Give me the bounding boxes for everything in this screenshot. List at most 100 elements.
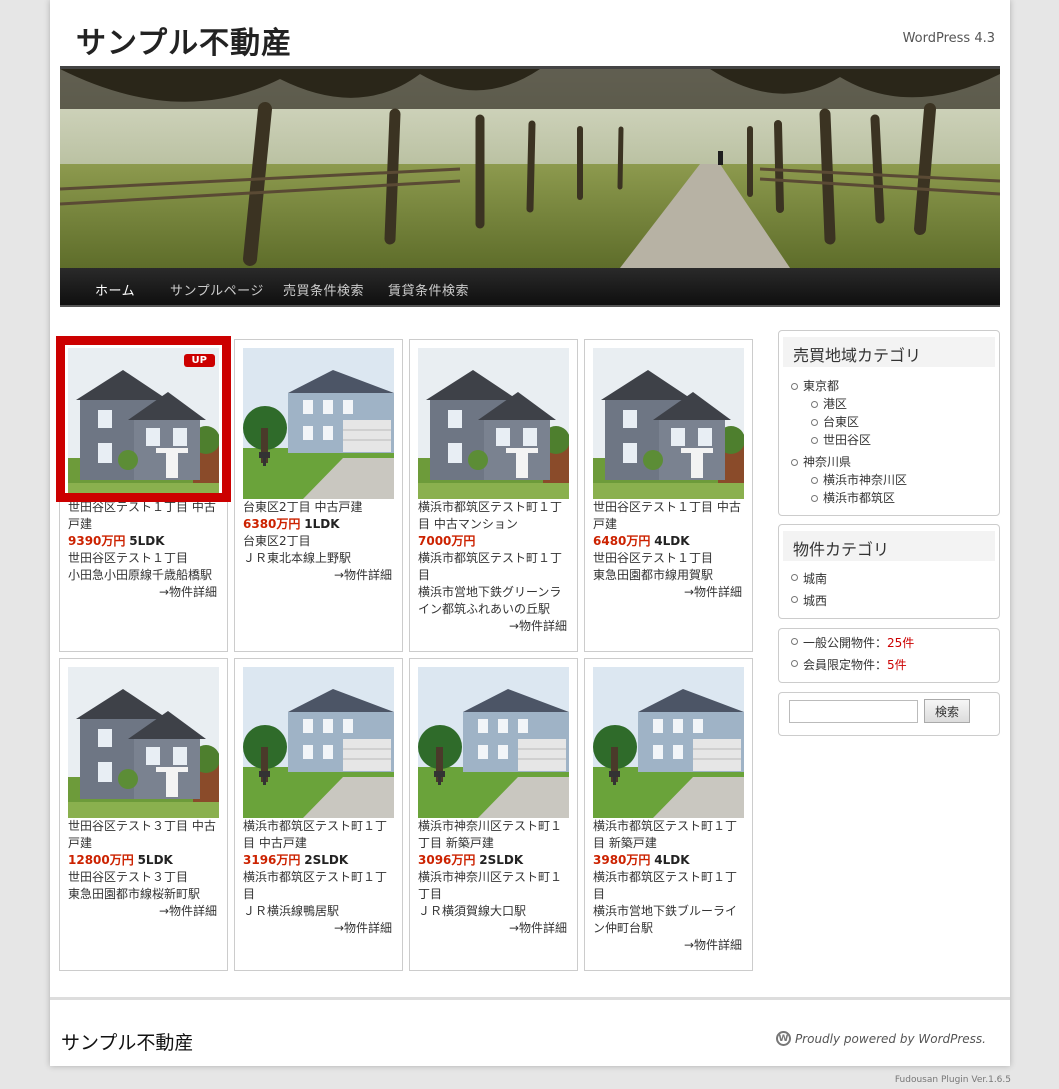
property-card: 台東区2丁目 中古戸建 6380万円 1LDK 台東区2丁目 ＪＲ東北本線上野駅 →物件… bbox=[234, 339, 403, 652]
property-thumbnail[interactable] bbox=[243, 667, 394, 818]
property-thumbnail[interactable]: UP bbox=[68, 348, 219, 499]
category-link-jonan[interactable]: 城南 bbox=[803, 572, 827, 586]
site-description: WordPress 4.3 bbox=[902, 31, 995, 46]
property-card: 世田谷区テスト３丁目 中古戸建 12800万円 5LDK 世田谷区テスト３丁目 東急田… bbox=[59, 658, 228, 971]
property-title[interactable]: 横浜市都筑区テスト町１丁目 中古マンション bbox=[418, 499, 571, 533]
property-title[interactable]: 世田谷区テスト１丁目 中古戸建 bbox=[593, 499, 746, 533]
property-card: 横浜市都筑区テスト町１丁目 中古マンション 7000万円 横浜市都筑区テスト町１丁目… bbox=[409, 339, 578, 652]
property-price-line: 7000万円 bbox=[418, 533, 571, 550]
property-address: 横浜市都筑区テスト町１丁目 bbox=[243, 870, 388, 901]
property-category-title: 物件カテゴリ bbox=[783, 531, 995, 561]
area-prefecture-item: 神奈川県横浜市神奈川区 横浜市都筑区 bbox=[791, 453, 999, 507]
nav-item-sample-page[interactable]: サンプルページ bbox=[170, 280, 264, 299]
area-city-item: 世田谷区 bbox=[811, 431, 999, 449]
property-thumbnail[interactable] bbox=[593, 667, 744, 818]
area-city-list: 横浜市神奈川区 横浜市都筑区 bbox=[803, 471, 999, 507]
property-station: 東急田園都市線用賀駅 bbox=[593, 568, 714, 582]
property-card: UP 世田谷区テスト１丁目 中古戸建 9390万円 5LDK 世田谷区テスト１丁目 小田… bbox=[59, 339, 228, 652]
property-layout: 2SLDK bbox=[479, 853, 524, 867]
nav-item-home[interactable]: ホーム bbox=[95, 280, 135, 299]
property-detail-link[interactable]: →物件詳細 bbox=[418, 920, 571, 937]
property-thumbnail[interactable] bbox=[593, 348, 744, 499]
property-layout: 1LDK bbox=[304, 517, 340, 531]
property-info: 横浜市神奈川区テスト町１丁目 新築戸建 3096万円 2SLDK 横浜市神奈川区テス… bbox=[418, 818, 571, 937]
property-price: 12800万円 bbox=[68, 853, 134, 867]
property-price-line: 9390万円 5LDK bbox=[68, 533, 221, 550]
area-city-link[interactable]: 横浜市神奈川区 bbox=[823, 473, 907, 487]
area-city-link[interactable]: 世田谷区 bbox=[823, 433, 871, 447]
property-price: 3196万円 bbox=[243, 853, 301, 867]
property-thumbnail[interactable] bbox=[418, 348, 569, 499]
header-banner-image bbox=[60, 66, 1000, 268]
property-title[interactable]: 台東区2丁目 中古戸建 bbox=[243, 499, 396, 516]
footer-site-title[interactable]: サンプル不動産 bbox=[61, 1028, 193, 1055]
nav-item-rent-search[interactable]: 賃貸条件検索 bbox=[388, 280, 469, 299]
property-layout: 5LDK bbox=[129, 534, 165, 548]
property-station: ＪＲ横須賀線大口駅 bbox=[418, 904, 527, 918]
property-layout: 2SLDK bbox=[304, 853, 349, 867]
property-title[interactable]: 世田谷区テスト３丁目 中古戸建 bbox=[68, 818, 221, 852]
property-price-line: 12800万円 5LDK bbox=[68, 852, 221, 869]
property-price: 6380万円 bbox=[243, 517, 301, 531]
property-info: 横浜市都筑区テスト町１丁目 中古マンション 7000万円 横浜市都筑区テスト町１丁目… bbox=[418, 499, 571, 635]
property-address: 世田谷区テスト１丁目 bbox=[593, 551, 714, 565]
plugin-version: Fudousan Plugin Ver.1.6.5 bbox=[894, 1075, 1011, 1085]
property-price-line: 3096万円 2SLDK bbox=[418, 852, 571, 869]
property-layout: 5LDK bbox=[137, 853, 173, 867]
property-info: 横浜市都筑区テスト町１丁目 中古戸建 3196万円 2SLDK 横浜市都筑区テスト町… bbox=[243, 818, 396, 937]
main-navigation: ホーム サンプルページ 売買条件検索 賃貸条件検索 bbox=[60, 268, 1000, 307]
property-detail-link[interactable]: →物件詳細 bbox=[593, 584, 746, 601]
property-detail-link[interactable]: →物件詳細 bbox=[243, 567, 396, 584]
property-card: 横浜市都筑区テスト町１丁目 新築戸建 3980万円 4LDK 横浜市都筑区テスト町１… bbox=[584, 658, 753, 971]
property-detail-link[interactable]: →物件詳細 bbox=[68, 903, 221, 920]
area-category-list: 東京都港区台東区世田谷区神奈川県横浜市神奈川区 横浜市都筑区 bbox=[779, 367, 999, 507]
property-detail-link[interactable]: →物件詳細 bbox=[68, 584, 221, 601]
property-thumbnail[interactable] bbox=[68, 667, 219, 818]
property-address: 横浜市都筑区テスト町１丁目 bbox=[593, 870, 738, 901]
area-city-link[interactable]: 港区 bbox=[823, 397, 847, 411]
nav-item-sale-search[interactable]: 売買条件検索 bbox=[283, 280, 364, 299]
area-city-link[interactable]: 台東区 bbox=[823, 415, 859, 429]
powered-text: Proudly powered by WordPress. bbox=[794, 1031, 986, 1046]
member-count-label: 会員限定物件： bbox=[803, 658, 888, 672]
property-info: 世田谷区テスト１丁目 中古戸建 9390万円 5LDK 世田谷区テスト１丁目 小田急小… bbox=[68, 499, 221, 601]
area-city-item: 横浜市都筑区 bbox=[811, 489, 999, 507]
property-detail-link[interactable]: →物件詳細 bbox=[593, 937, 746, 954]
property-title[interactable]: 世田谷区テスト１丁目 中古戸建 bbox=[68, 499, 221, 533]
property-title[interactable]: 横浜市都筑区テスト町１丁目 新築戸建 bbox=[593, 818, 746, 852]
area-prefecture-link[interactable]: 神奈川県 bbox=[803, 455, 851, 469]
area-category-widget: 売買地域カテゴリ 東京都港区台東区世田谷区神奈川県横浜市神奈川区 横浜市都筑区 bbox=[778, 330, 1000, 516]
area-category-title: 売買地域カテゴリ bbox=[783, 337, 995, 367]
property-info: 世田谷区テスト３丁目 中古戸建 12800万円 5LDK 世田谷区テスト３丁目 東急田… bbox=[68, 818, 221, 920]
property-card: 横浜市神奈川区テスト町１丁目 新築戸建 3096万円 2SLDK 横浜市神奈川区テス… bbox=[409, 658, 578, 971]
search-input[interactable] bbox=[789, 700, 918, 723]
category-link-josai[interactable]: 城西 bbox=[803, 594, 827, 608]
property-price-line: 3980万円 4LDK bbox=[593, 852, 746, 869]
property-thumbnail[interactable] bbox=[418, 667, 569, 818]
member-count-value: 5件 bbox=[887, 658, 907, 672]
property-station: 横浜市営地下鉄ブルーライン仲町台駅 bbox=[593, 904, 738, 935]
area-prefecture-link[interactable]: 東京都 bbox=[803, 379, 839, 393]
public-count-label: 一般公開物件： bbox=[803, 636, 888, 650]
property-detail-link[interactable]: →物件詳細 bbox=[418, 618, 571, 635]
public-count-value: 25件 bbox=[887, 636, 915, 650]
public-count-item: 一般公開物件：25件 bbox=[791, 632, 999, 654]
property-thumbnail[interactable] bbox=[243, 348, 394, 499]
footer-powered-by[interactable]: W Proudly powered by WordPress. bbox=[775, 1031, 986, 1046]
property-price: 7000万円 bbox=[418, 534, 476, 548]
property-price: 3096万円 bbox=[418, 853, 476, 867]
property-detail-link[interactable]: →物件詳細 bbox=[243, 920, 396, 937]
area-city-link[interactable]: 横浜市都筑区 bbox=[823, 491, 895, 505]
property-price-line: 6480万円 4LDK bbox=[593, 533, 746, 550]
property-station: 東急田園都市線桜新町駅 bbox=[68, 887, 201, 901]
search-widget: 検索 bbox=[778, 692, 1000, 736]
property-price: 3980万円 bbox=[593, 853, 651, 867]
property-title[interactable]: 横浜市神奈川区テスト町１丁目 新築戸建 bbox=[418, 818, 571, 852]
property-address: 横浜市神奈川区テスト町１丁目 bbox=[418, 870, 563, 901]
property-info: 横浜市都筑区テスト町１丁目 新築戸建 3980万円 4LDK 横浜市都筑区テスト町１… bbox=[593, 818, 746, 954]
property-title[interactable]: 横浜市都筑区テスト町１丁目 中古戸建 bbox=[243, 818, 396, 852]
site-title[interactable]: サンプル不動産 bbox=[76, 18, 292, 62]
search-button[interactable]: 検索 bbox=[924, 699, 970, 723]
property-price-line: 3196万円 2SLDK bbox=[243, 852, 396, 869]
wordpress-logo-icon: W bbox=[775, 1031, 791, 1046]
